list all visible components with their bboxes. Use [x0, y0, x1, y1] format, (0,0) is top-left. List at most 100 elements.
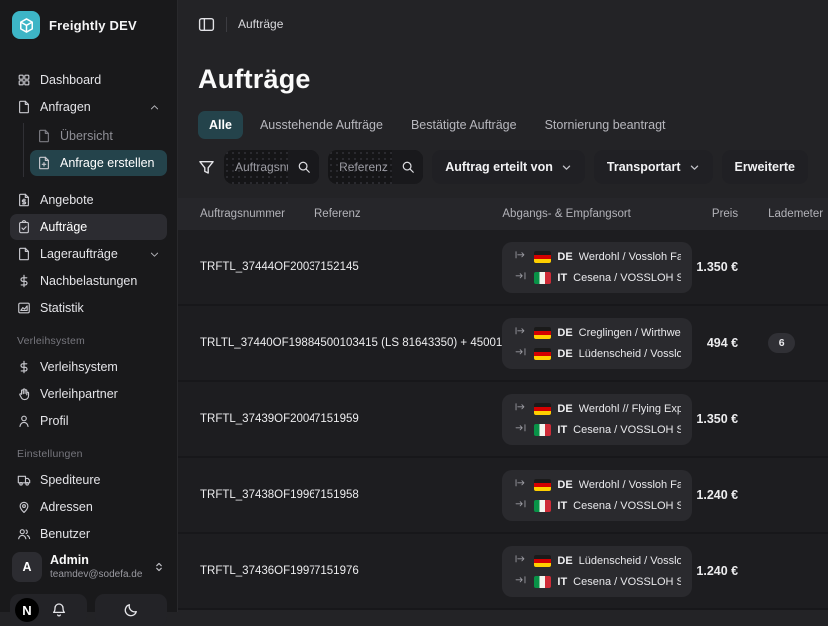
dollar-icon	[17, 360, 31, 374]
user-name: Admin	[50, 553, 142, 569]
table-row[interactable]: TRFTL_37444OF2003OD7152145DEWerdohl / Vo…	[178, 230, 828, 306]
country-code: DE	[557, 403, 572, 415]
table-row[interactable]: TRFTL_37436OF1997OD7151976DELüdenscheid …	[178, 534, 828, 610]
sidebar-item-label: Lageraufträge	[40, 247, 118, 261]
transportart-dropdown[interactable]: Transportart	[594, 150, 713, 184]
cell-auftragsnummer: TRFTL_37439OF2004OD	[200, 413, 314, 425]
truck-icon	[17, 473, 31, 487]
column-header-lademeter: Lademeter	[738, 208, 828, 220]
origin-row: DE Werdohl / Vossloh Fast...	[513, 479, 681, 491]
tab-bestätigte-aufträge[interactable]: Bestätigte Aufträge	[400, 111, 528, 139]
sidebar-item-anfragen[interactable]: Anfragen	[10, 94, 167, 120]
main-content: Aufträge Aufträge AlleAusstehende Aufträ…	[178, 0, 828, 612]
referenz-input[interactable]	[328, 160, 392, 174]
country-code: IT	[557, 424, 567, 436]
flag-it-icon	[534, 424, 551, 436]
tab-ausstehende-aufträge[interactable]: Ausstehende Aufträge	[249, 111, 394, 139]
destination-row: IT Cesena / VOSSLOH SI...	[513, 424, 681, 436]
cell-preis: 1.240 €	[692, 564, 738, 578]
cell-preis: 1.350 €	[692, 412, 738, 426]
cell-auftragsnummer: TRFTL_37436OF1997OD	[200, 565, 314, 577]
flag-de-icon	[534, 251, 551, 263]
destination-row: ITCesena / VOSSLOH SI...	[513, 576, 681, 588]
auftragsnummer-input[interactable]	[224, 160, 288, 174]
cell-auftragsnummer: TRFTL_37444OF2003OD	[200, 261, 314, 273]
dashboard-icon	[17, 73, 31, 87]
tab-stornierung-beantragt[interactable]: Stornierung beantragt	[534, 111, 677, 139]
location-text: Cesena / VOSSLOH SI...	[573, 272, 681, 284]
auftragsnummer-search	[224, 150, 319, 184]
flag-de-icon	[534, 348, 551, 360]
sidebar-item-aufträge[interactable]: Aufträge	[10, 214, 167, 240]
location-text: Werdohl / Vossloh Fast...	[579, 251, 682, 263]
search-icon[interactable]	[288, 150, 319, 184]
sidebar-item-anfrage-erstellen[interactable]: Anfrage erstellen	[30, 150, 167, 176]
column-header-abgangs-empfangsort: Abgangs- & Empfangsort	[502, 208, 691, 220]
sidebar-item-spediteure[interactable]: Spediteure	[10, 467, 167, 493]
column-header-preis: Preis	[692, 208, 738, 220]
sidebar-item-verleihsystem[interactable]: Verleihsystem	[10, 354, 167, 380]
sidebar-subgroup: ÜbersichtAnfrage erstellen	[23, 123, 167, 177]
sidebar-item-label: Anfragen	[40, 100, 91, 114]
clipboard-icon	[17, 220, 31, 234]
country-code: DE	[557, 479, 572, 491]
table-row[interactable]: TRLTL_37440OF1988OD4500103415 (LS 816433…	[178, 306, 828, 382]
sidebar-item-profil[interactable]: Profil	[10, 408, 167, 434]
sidebar-item-adressen[interactable]: Adressen	[10, 494, 167, 520]
origin-row: DECreglingen / Wirthwein...	[513, 327, 681, 339]
flag-de-icon	[534, 403, 551, 415]
cell-route: DE Werdohl / Vossloh Fast... ITCesena / VO…	[502, 470, 691, 521]
notifications-button[interactable]: N	[10, 594, 87, 626]
sidebar-toggle-icon[interactable]	[198, 16, 215, 33]
cell-route: DECreglingen / Wirthwein...DELüdenscheid…	[502, 318, 691, 369]
bell-icon	[51, 602, 67, 618]
location-text: Creglingen / Wirthwein...	[579, 327, 682, 339]
tab-alle[interactable]: Alle	[198, 111, 243, 139]
table-row[interactable]: TRFTL_37438OF1996OD7151958DEWerdohl / Vo…	[178, 458, 828, 534]
map-pin-icon	[17, 500, 31, 514]
sidebar-item-statistik[interactable]: Statistik	[10, 295, 167, 321]
sidebar-item-label: Verleihpartner	[40, 387, 118, 401]
sidebar-item-verleihpartner[interactable]: Verleihpartner	[10, 381, 167, 407]
sidebar-item-angebote[interactable]: Angebote	[10, 187, 167, 213]
users-icon	[17, 527, 31, 541]
erweiterte-filter-button[interactable]: Erweiterte	[722, 150, 808, 184]
chevron-up-icon	[149, 102, 160, 113]
column-header-auftragsnummer: Auftragsnummer	[200, 208, 314, 220]
search-icon[interactable]	[392, 150, 423, 184]
arrival-icon	[513, 500, 528, 511]
table-row[interactable]: TRFTL_37439OF2004OD7151959DEWerdohl // F…	[178, 382, 828, 458]
dropdown-label: Erweiterte	[735, 160, 795, 174]
file-icon	[17, 100, 31, 114]
sidebar: Freightly DEV Dashboard Anfragen Übersicht…	[0, 0, 178, 612]
location-text: Cesena / VOSSLOH SI...	[573, 424, 681, 436]
dollar-icon	[17, 274, 31, 288]
sidebar-item-dashboard[interactable]: Dashboard	[10, 67, 167, 93]
sidebar-item-benutzer[interactable]: Benutzer	[10, 521, 167, 547]
location-text: Werdohl // Flying Expre...	[579, 403, 682, 415]
sidebar-nav: Dashboard Anfragen ÜbersichtAnfrage erstel…	[10, 67, 167, 548]
flag-it-icon	[534, 576, 551, 588]
referenz-search	[328, 150, 423, 184]
lademeter-badge: 6	[768, 333, 795, 353]
sidebar-item-nachbelastungen[interactable]: Nachbelastungen	[10, 268, 167, 294]
filter-funnel-icon[interactable]	[198, 159, 215, 176]
country-code: IT	[557, 272, 567, 284]
theme-toggle-button[interactable]	[95, 594, 167, 626]
sidebar-item-übersicht[interactable]: Übersicht	[30, 123, 167, 149]
cell-route: DELüdenscheid / Vossloh ... ITCesena / VO…	[502, 546, 691, 597]
destination-row: ITCesena / VOSSLOH SI...	[513, 500, 681, 512]
sidebar-item-label: Nachbelastungen	[40, 274, 137, 288]
cell-preis: 1.350 €	[692, 260, 738, 274]
location-text: Werdohl / Vossloh Fast...	[579, 479, 682, 491]
auftrag-erteilt-von-dropdown[interactable]: Auftrag erteilt von	[432, 150, 585, 184]
hand-icon	[17, 387, 31, 401]
route-card: DE Werdohl // Flying Expre... IT Cesena / V…	[502, 394, 691, 445]
origin-row: DE Werdohl // Flying Expre...	[513, 403, 681, 415]
brand-name: Freightly DEV	[49, 18, 137, 33]
user-menu[interactable]: A Admin teamdev@sodefa.de	[10, 548, 167, 586]
sidebar-item-lageraufträge[interactable]: Lageraufträge	[10, 241, 167, 267]
sidebar-item-label: Verleihsystem	[40, 360, 118, 374]
origin-row: DELüdenscheid / Vossloh ...	[513, 555, 681, 567]
cell-preis: 1.240 €	[692, 488, 738, 502]
